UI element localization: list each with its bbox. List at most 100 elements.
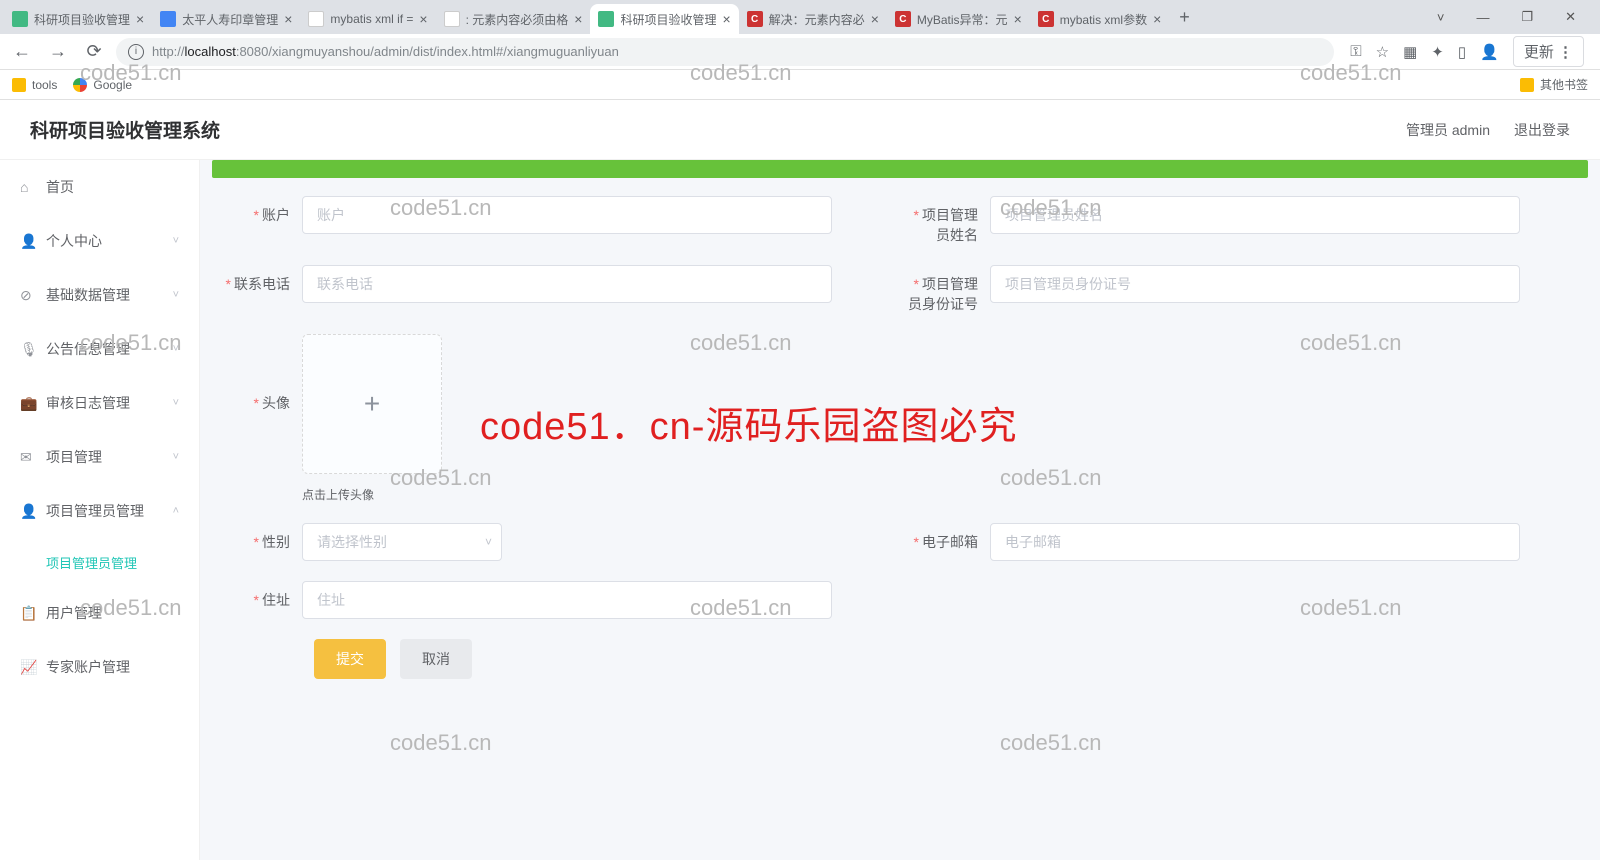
favicon	[308, 11, 324, 27]
tab-2[interactable]: mybatis xml if =×	[300, 4, 435, 34]
reload-button[interactable]: ⟳	[80, 38, 108, 66]
sidebar-subitem-pm-admin[interactable]: 项目管理员管理	[0, 538, 199, 586]
label-phone: *联系电话	[212, 265, 302, 295]
label-pm-id: *项目管理员身份证号	[900, 265, 990, 314]
input-email[interactable]	[990, 523, 1520, 561]
sidebar-item-project[interactable]: ✉项目管理˅	[0, 430, 199, 484]
bookmark-google[interactable]: Google	[73, 78, 132, 92]
input-pm-name[interactable]	[990, 196, 1520, 234]
close-icon[interactable]: ×	[574, 11, 582, 27]
tab-1[interactable]: 太平人寿印章管理×	[152, 4, 300, 34]
cancel-button[interactable]: 取消	[400, 639, 472, 679]
new-tab-button[interactable]: +	[1169, 7, 1200, 28]
forward-button[interactable]: →	[44, 38, 72, 66]
folder-icon	[12, 78, 26, 92]
form: *账户 *项目管理员姓名 *联系电话 *项目管理员身份证号	[212, 196, 1588, 679]
input-address[interactable]	[302, 581, 832, 619]
profile-icon[interactable]: 👤	[1480, 43, 1499, 61]
chevron-down-icon: ˅	[173, 343, 179, 355]
close-icon[interactable]: ×	[871, 11, 879, 27]
sidebar-item-basedata[interactable]: ⊘基础数据管理˅	[0, 268, 199, 322]
sidebar-item-notice[interactable]: 🎙公告信息管理˅	[0, 322, 199, 376]
favicon	[598, 11, 614, 27]
url-text: http://localhost:8080/xiangmuyanshou/adm…	[152, 44, 619, 59]
favicon: C	[747, 11, 763, 27]
tabs-dropdown-icon[interactable]: ˅	[1425, 4, 1457, 31]
user-icon: 👤	[20, 503, 36, 520]
input-account[interactable]	[302, 196, 832, 234]
label-address: *住址	[212, 581, 302, 611]
tab-5[interactable]: C解决：元素内容必×	[739, 4, 887, 34]
avatar-upload[interactable]: +	[302, 334, 442, 474]
tab-7[interactable]: Cmybatis xml参数×	[1030, 4, 1170, 34]
url-input[interactable]: i http://localhost:8080/xiangmuyanshou/a…	[116, 38, 1334, 66]
close-icon[interactable]: ×	[136, 11, 144, 27]
update-button[interactable]: 更新 ⋮	[1513, 36, 1584, 67]
tab-3[interactable]: : 元素内容必须由格×	[436, 4, 591, 34]
input-pm-id[interactable]	[990, 265, 1520, 303]
chevron-down-icon: ˅	[173, 451, 179, 463]
window-controls: ˅ — ❐ ✕	[1425, 3, 1596, 31]
home-icon: ⌂	[20, 179, 36, 195]
tab-bar: 科研项目验收管理× 太平人寿印章管理× mybatis xml if =× : …	[0, 0, 1600, 34]
close-icon[interactable]: ×	[284, 11, 292, 27]
close-icon[interactable]: ×	[1014, 11, 1022, 27]
close-window-button[interactable]: ✕	[1553, 3, 1588, 31]
app-title: 科研项目验收管理系统	[30, 116, 220, 143]
bookmark-other[interactable]: 其他书签	[1520, 76, 1588, 93]
bookmarks-bar: tools Google 其他书签	[0, 70, 1600, 100]
close-icon[interactable]: ×	[1153, 11, 1161, 27]
label-account: *账户	[212, 196, 302, 226]
star-icon[interactable]: ☆	[1376, 43, 1389, 61]
select-gender[interactable]: ˅	[302, 523, 502, 561]
chart-icon: 📈	[20, 659, 36, 676]
close-icon[interactable]: ×	[722, 11, 730, 27]
sidebar-item-expert[interactable]: 📈专家账户管理	[0, 640, 199, 694]
close-icon[interactable]: ×	[419, 11, 427, 27]
sidebar-item-home[interactable]: ⌂首页	[0, 160, 199, 214]
extensions-icon[interactable]: ✦	[1431, 43, 1444, 61]
sidebar-item-pm-admin[interactable]: 👤项目管理员管理˄	[0, 484, 199, 538]
back-button[interactable]: ←	[8, 38, 36, 66]
list-icon: 📋	[20, 605, 36, 622]
sidebar-item-auditlog[interactable]: 💼审核日志管理˅	[0, 376, 199, 430]
site-info-icon[interactable]: i	[128, 44, 144, 60]
sidebar-item-user[interactable]: 📋用户管理	[0, 586, 199, 640]
folder-icon	[1520, 78, 1534, 92]
bookmark-tools[interactable]: tools	[12, 78, 57, 92]
tab-0[interactable]: 科研项目验收管理×	[4, 4, 152, 34]
label-email: *电子邮箱	[900, 523, 990, 553]
label-avatar: *头像	[212, 334, 302, 414]
toolbar-icons: ⚿ ☆ ▦ ✦ ▯ 👤 更新 ⋮	[1342, 36, 1592, 67]
grid-icon[interactable]: ▦	[1403, 43, 1417, 61]
upload-hint: 点击上传头像	[302, 486, 832, 503]
admin-label[interactable]: 管理员 admin	[1406, 120, 1490, 140]
chevron-down-icon: ˅	[173, 235, 179, 247]
tab-6[interactable]: CMyBatis异常：元×	[887, 4, 1030, 34]
reading-list-icon[interactable]: ▯	[1458, 43, 1466, 61]
minimize-button[interactable]: —	[1464, 4, 1501, 31]
maximize-button[interactable]: ❐	[1509, 3, 1545, 31]
content: *账户 *项目管理员姓名 *联系电话 *项目管理员身份证号	[200, 160, 1600, 860]
chevron-down-icon: ˅	[173, 289, 179, 301]
password-key-icon[interactable]: ⚿	[1350, 43, 1361, 60]
sidebar-item-personal[interactable]: 👤个人中心˅	[0, 214, 199, 268]
mail-icon: ✉	[20, 449, 36, 466]
label-pm-name: *项目管理员姓名	[900, 196, 990, 245]
sidebar: ⌂首页 👤个人中心˅ ⊘基础数据管理˅ 🎙公告信息管理˅ 💼审核日志管理˅ ✉项…	[0, 160, 200, 860]
plus-icon: +	[364, 388, 380, 420]
user-icon: 👤	[20, 233, 36, 250]
favicon	[160, 11, 176, 27]
logout-link[interactable]: 退出登录	[1514, 120, 1570, 140]
tab-4-active[interactable]: 科研项目验收管理×	[590, 4, 738, 34]
favicon	[12, 11, 28, 27]
favicon	[444, 11, 460, 27]
briefcase-icon: 💼	[20, 395, 36, 412]
submit-button[interactable]: 提交	[314, 639, 386, 679]
favicon: C	[1038, 11, 1054, 27]
data-icon: ⊘	[20, 287, 36, 304]
input-phone[interactable]	[302, 265, 832, 303]
app-header: 科研项目验收管理系统 管理员 admin 退出登录	[0, 100, 1600, 160]
label-gender: *性别	[212, 523, 302, 553]
address-bar: ← → ⟳ i http://localhost:8080/xiangmuyan…	[0, 34, 1600, 70]
